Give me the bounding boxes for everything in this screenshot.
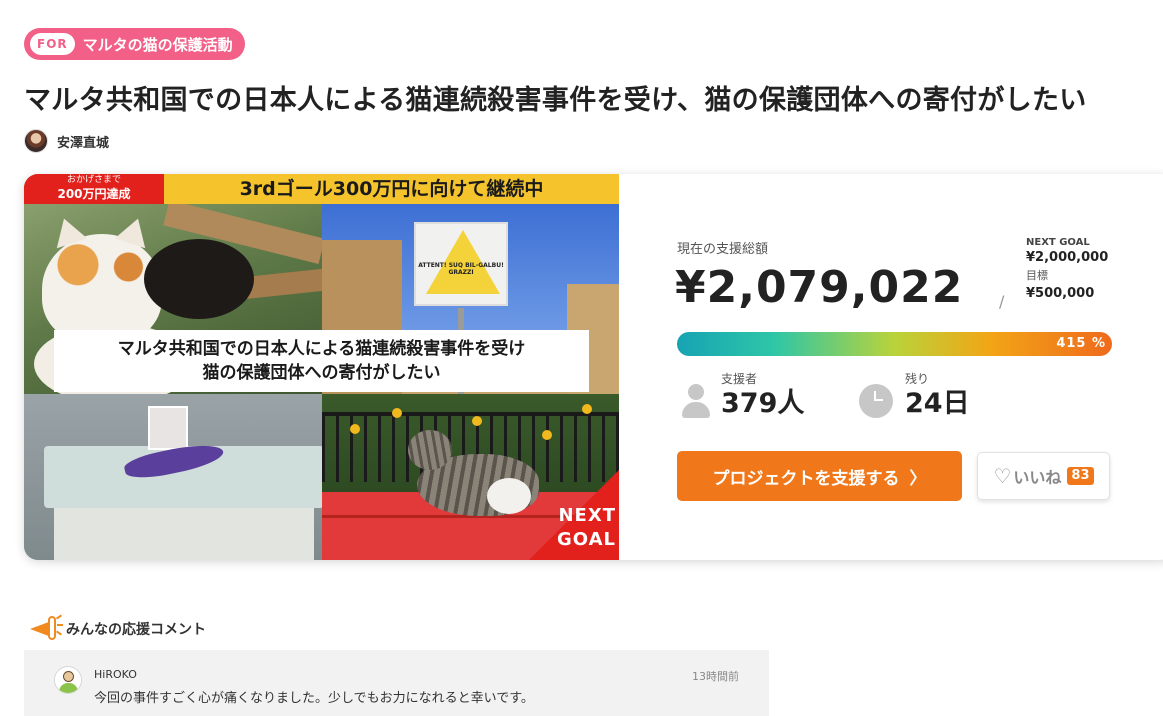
like-count: 83 [1067,467,1094,485]
remaining-value: 24日 [905,388,970,419]
clock-icon [859,384,893,418]
comment-text: 今回の事件すごく心が痛くなりました。少しでもお力になれると幸いです。 [94,691,534,706]
photo-memorial [24,394,324,560]
supporters-value: 379人 [721,388,805,419]
next-goal-amount: ¥2,000,000 [1026,250,1109,265]
heart-icon: ♡ [993,464,1012,488]
supporters-label: 支援者 [721,372,758,386]
category-tag[interactable]: FOR マルタの猫の保護活動 [24,28,245,60]
chevron-right-icon: 〉 [909,468,927,488]
project-owner[interactable]: 安澤直城 [24,129,109,153]
progress-percent: 415 % [1056,336,1106,351]
comments-header: みんなの応援コメント [28,614,206,644]
like-button[interactable]: ♡ いいね 83 [977,452,1110,500]
amount-separator: / [999,292,1005,311]
megaphone-icon [28,614,63,644]
total-label: 現在の支援総額 [677,242,769,257]
white-cat [42,213,162,344]
category-name: マルタの猫の保護活動 [82,35,233,54]
target-label: 目標 [1026,269,1048,282]
achievement-banner: おかげさまで 200万円達成 [24,174,164,204]
black-cat [144,239,254,319]
like-label: いいね [1013,468,1062,487]
for-badge: FOR [30,33,75,55]
person-icon [679,384,713,418]
commenter-name: HiROKO [94,668,137,681]
support-button-label: プロジェクトを支援する [712,468,900,488]
target-amount: ¥500,000 [1026,286,1095,301]
goal-banner: 3rdゴール300万円に向けて継続中 [164,174,619,204]
hero-image: ATTENT! SUQ BIL-GALBU! GRAZZI おかげさまで 200… [24,174,619,560]
goal-info: NEXT GOAL ¥2,000,000 目標 ¥500,000 [1026,236,1108,303]
hero-caption: マルタ共和国での日本人による猫連続殺害事件を受け 猫の保護団体への寄付がしたい [54,330,589,392]
total-amount: ¥2,079,022 [675,262,964,313]
project-card: ATTENT! SUQ BIL-GALBU! GRAZZI おかげさまで 200… [24,174,1163,560]
next-goal-corner-text: NEXT GOAL [557,505,616,550]
support-project-button[interactable]: プロジェクトを支援する 〉 [677,451,962,501]
comment-time: 13時間前 [692,670,739,683]
remaining-label: 残り [905,372,930,386]
funding-panel: 現在の支援総額 ¥2,079,022 / NEXT GOAL ¥2,000,00… [619,174,1163,560]
supporters-stat: 支援者 379人 [679,372,804,422]
project-title: マルタ共和国での日本人による猫連続殺害事件を受け、猫の保護団体への寄付がしたい [24,85,1087,116]
comment-item: HiROKO 13時間前 今回の事件すごく心が痛くなりました。少しでもお力になれ… [24,650,769,716]
remaining-stat: 残り 24日 [859,372,970,422]
next-goal-label: NEXT GOAL [1026,237,1090,248]
comments-title: みんなの応援コメント [66,622,206,638]
owner-name: 安澤直城 [57,135,110,151]
commenter-avatar [54,666,82,694]
progress-bar: 415 % [677,332,1112,356]
sign-text: ATTENT! SUQ BIL-GALBU! GRAZZI [418,262,504,276]
cat-warning-sign: ATTENT! SUQ BIL-GALBU! GRAZZI [414,222,508,306]
owner-avatar [24,129,48,153]
